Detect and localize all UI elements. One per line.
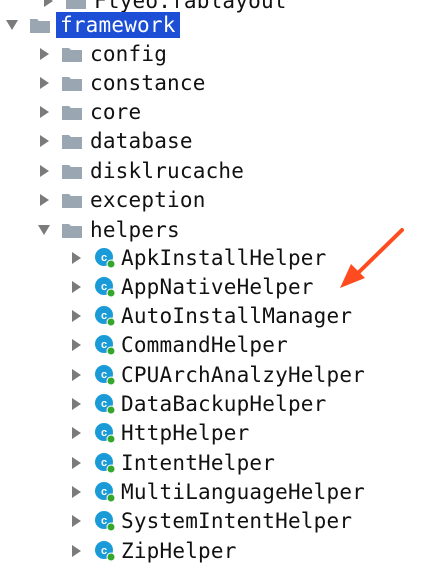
tree-row-folder[interactable]: core: [36, 98, 141, 127]
folder-icon: [66, 0, 86, 9]
class-icon: c: [94, 305, 116, 327]
svg-text:c: c: [101, 457, 107, 469]
tree-item-label: exception: [90, 188, 206, 212]
chevron-right-icon[interactable]: [68, 543, 84, 559]
tree-row-class[interactable]: c ZipHelper: [68, 536, 237, 565]
chevron-right-icon[interactable]: [68, 279, 84, 295]
svg-text:c: c: [101, 545, 107, 557]
svg-text:c: c: [101, 281, 107, 293]
tree-item-label: AutoInstallManager: [121, 304, 353, 329]
tree-item-label: ApkInstallHelper: [121, 245, 327, 270]
chevron-right-icon[interactable]: [68, 484, 84, 500]
tree-item-label: database: [90, 129, 193, 154]
tree-row-framework[interactable]: framework: [4, 10, 180, 39]
tree-item-label: AppNativeHelper: [121, 274, 314, 299]
chevron-right-icon[interactable]: [36, 133, 52, 149]
class-icon: c: [94, 510, 116, 532]
tree-item-label: core: [90, 100, 142, 125]
folder-icon: [30, 17, 50, 33]
folder-icon: [62, 75, 82, 91]
chevron-down-icon[interactable]: [4, 17, 20, 33]
folder-icon: [62, 222, 82, 238]
svg-text:c: c: [101, 427, 107, 439]
chevron-right-icon[interactable]: [68, 308, 84, 324]
tree-item-label: HttpHelper: [121, 421, 250, 446]
class-icon: c: [94, 540, 116, 562]
class-icon: c: [94, 276, 116, 298]
class-icon: c: [94, 334, 116, 356]
tree-row-folder[interactable]: database: [36, 127, 193, 156]
tree-item-label: disklrucache: [90, 158, 245, 183]
chevron-right-icon[interactable]: [68, 513, 84, 529]
svg-text:c: c: [101, 339, 107, 351]
folder-icon: [62, 104, 82, 121]
class-icon: c: [94, 422, 116, 444]
tree-row-class[interactable]: c MultiLanguageHelper: [68, 477, 365, 506]
chevron-right-icon[interactable]: [68, 250, 84, 266]
tree-row-folder[interactable]: config: [36, 39, 167, 68]
folder-icon: [62, 192, 82, 208]
svg-text:c: c: [101, 486, 107, 498]
tree-row-class[interactable]: c ApkInstallHelper: [68, 243, 327, 272]
folder-icon: [62, 133, 82, 150]
tree-item-label: IntentHelper: [121, 450, 276, 475]
svg-text:c: c: [101, 310, 107, 322]
chevron-right-icon[interactable]: [68, 455, 84, 471]
svg-text:c: c: [101, 252, 107, 264]
tree-item-label: DataBackupHelper: [121, 392, 327, 416]
folder-icon: [62, 163, 82, 179]
tree-row-folder[interactable]: disklrucache: [36, 156, 244, 185]
chevron-right-icon[interactable]: [40, 0, 56, 9]
tree-row-class[interactable]: c AppNativeHelper: [68, 272, 314, 301]
tree-row-class[interactable]: c CommandHelper: [68, 331, 288, 360]
class-icon: c: [94, 364, 116, 386]
svg-text:c: c: [101, 515, 107, 527]
tree-row-helpers[interactable]: helpers: [36, 215, 180, 244]
tree-row-class[interactable]: c IntentHelper: [68, 448, 275, 477]
tree-item-label: CPUArchAnalzyHelper: [121, 362, 366, 387]
tree-row-folder[interactable]: exception: [36, 186, 206, 215]
tree-item-label: helpers: [90, 217, 180, 242]
chevron-right-icon[interactable]: [36, 46, 52, 62]
red-pointer-arrow-icon: [340, 228, 404, 288]
tree-row-folder[interactable]: constance: [36, 68, 206, 97]
chevron-right-icon[interactable]: [68, 337, 84, 353]
tree-row-class[interactable]: c SystemIntentHelper: [68, 507, 352, 536]
folder-icon: [62, 46, 82, 62]
tree-item-label: constance: [90, 70, 206, 95]
chevron-right-icon[interactable]: [68, 367, 84, 383]
chevron-right-icon[interactable]: [36, 75, 52, 91]
svg-text:c: c: [101, 398, 107, 410]
tree-item-label: SystemIntentHelper: [121, 509, 353, 534]
chevron-right-icon[interactable]: [68, 425, 84, 441]
chevron-right-icon[interactable]: [36, 192, 52, 208]
chevron-right-icon[interactable]: [68, 396, 84, 412]
class-icon: c: [94, 393, 116, 415]
tree-row-class[interactable]: c DataBackupHelper: [68, 390, 327, 419]
tree-item-label: config: [90, 41, 168, 66]
chevron-right-icon[interactable]: [36, 104, 52, 120]
chevron-down-icon[interactable]: [36, 222, 52, 238]
tree-item-label: CommandHelper: [121, 333, 288, 358]
svg-text:c: c: [101, 369, 107, 381]
class-icon: c: [94, 247, 116, 269]
tree-row-class[interactable]: c AutoInstallManager: [68, 302, 352, 331]
chevron-right-icon[interactable]: [36, 163, 52, 179]
tree-item-label: MultiLanguageHelper: [121, 479, 366, 504]
tree-item-label: ZipHelper: [121, 538, 237, 563]
class-icon: c: [94, 452, 116, 474]
tree-row-class[interactable]: c HttpHelper: [68, 419, 249, 448]
class-icon: c: [94, 481, 116, 503]
tree-row-class[interactable]: c CPUArchAnalzyHelper: [68, 360, 365, 389]
selected-folder-label: framework: [56, 11, 180, 38]
